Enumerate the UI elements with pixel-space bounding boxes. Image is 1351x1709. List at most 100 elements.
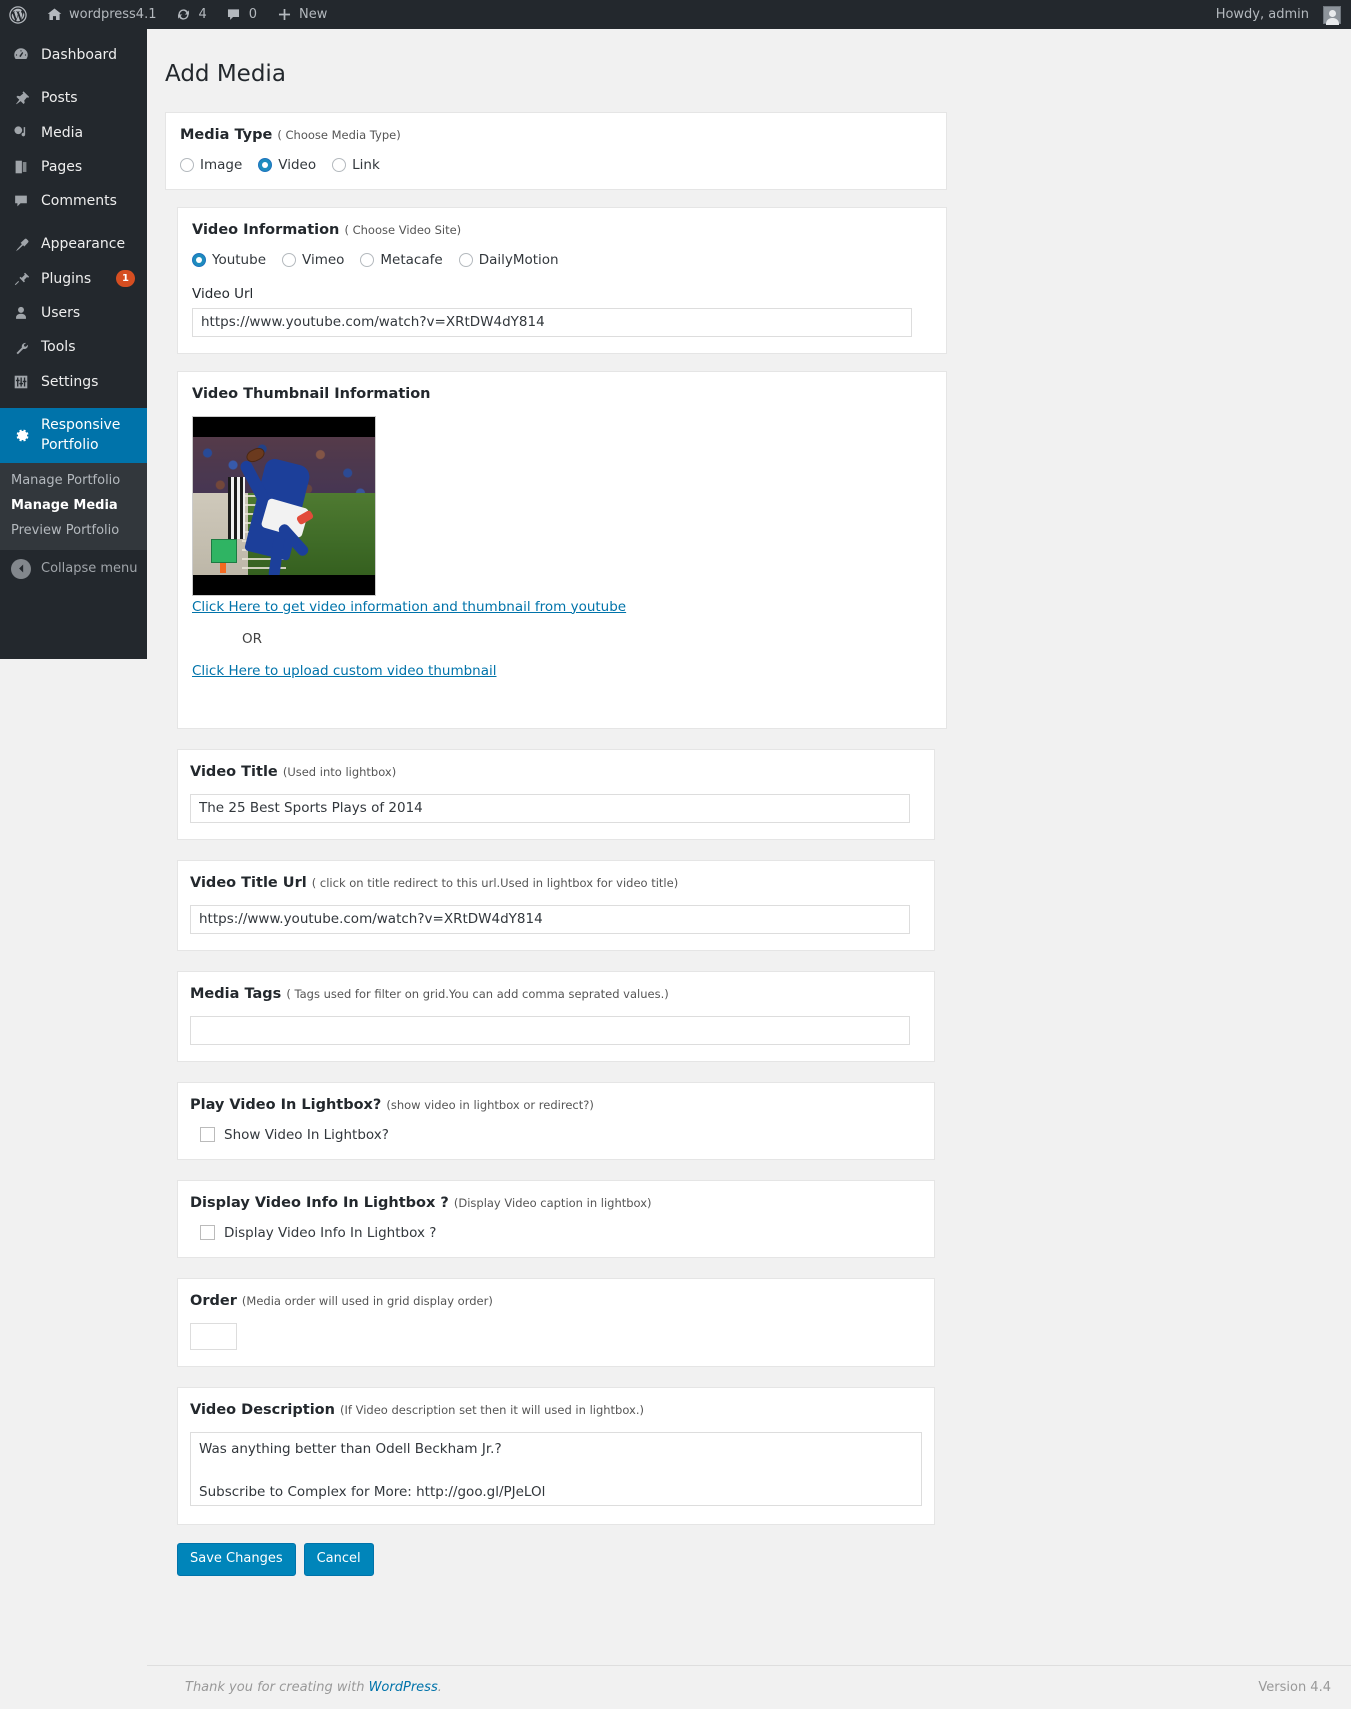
sidebar-item-tools[interactable]: Tools <box>0 330 147 364</box>
wrench-icon <box>11 338 31 358</box>
sidebar-item-label: Media <box>41 124 84 141</box>
video-title-panel: Video Title (Used into lightbox) <box>177 748 935 840</box>
display-info-lightbox-title: Display Video Info In Lightbox ? (Displa… <box>190 1195 918 1211</box>
menu-spacer <box>0 29 147 38</box>
video-description-textarea[interactable]: Was anything better than Odell Beckham J… <box>190 1431 922 1506</box>
radio-site-metacafe[interactable]: Metacafe <box>360 252 443 268</box>
radio-label: DailyMotion <box>478 251 559 268</box>
video-title-title-text: Video Title <box>190 763 278 780</box>
radio-site-dailymotion[interactable]: DailyMotion <box>458 251 559 268</box>
media-type-panel: Media Type ( Choose Media Type) Image Vi… <box>165 111 947 190</box>
radio-media-type-video[interactable]: Video <box>258 157 316 173</box>
video-information-panel: Video Information ( Choose Video Site) Y… <box>177 206 947 354</box>
sidebar-submenu: Manage Portfolio Manage Media Preview Po… <box>0 462 147 549</box>
admin-footer: Thank you for creating with WordPress. V… <box>147 1665 1351 1709</box>
home-icon <box>45 6 63 24</box>
video-url-input[interactable] <box>192 307 912 337</box>
video-site-radio-group: Youtube Vimeo Metacafe DailyMotion <box>192 252 930 268</box>
wordpress-link[interactable]: WordPress <box>369 1680 438 1695</box>
checkbox-icon <box>200 1225 215 1241</box>
sidebar-item-label: Responsive Portfolio <box>41 416 121 454</box>
media-icon <box>11 123 31 143</box>
sidebar-item-posts[interactable]: Posts <box>0 81 147 115</box>
site-name-menu[interactable]: wordpress4.1 <box>36 0 165 29</box>
footer-thanks-prefix: Thank you for creating with <box>185 1680 369 1695</box>
radio-site-youtube[interactable]: Youtube <box>192 252 266 268</box>
comment-icon <box>11 191 31 211</box>
updates-count: 4 <box>198 7 207 22</box>
sidebar-item-label: Pages <box>41 158 83 175</box>
comment-icon <box>225 6 243 24</box>
media-tags-title: Media Tags ( Tags used for filter on gri… <box>190 986 918 1002</box>
radio-icon-checked <box>192 252 206 267</box>
video-description-hint: (If Video description set then it will u… <box>340 1402 644 1417</box>
collapse-menu-label: Collapse menu <box>41 561 138 577</box>
sidebar-item-responsive-portfolio[interactable]: Responsive Portfolio <box>0 407 147 463</box>
new-content-menu[interactable]: New <box>266 0 336 29</box>
video-title-url-title-text: Video Title Url <box>190 874 307 891</box>
video-title-hint: (Used into lightbox) <box>282 764 397 779</box>
wp-logo-menu[interactable] <box>0 0 36 29</box>
sidebar-item-label: Posts <box>41 90 78 107</box>
save-changes-button[interactable]: Save Changes <box>177 1542 296 1576</box>
radio-icon <box>332 157 347 172</box>
plus-icon <box>275 6 293 24</box>
cancel-button[interactable]: Cancel <box>303 1542 374 1576</box>
sidebar-item-label: Settings <box>41 373 99 390</box>
sidebar-item-preview-portfolio[interactable]: Preview Portfolio <box>0 518 147 543</box>
sidebar-item-appearance[interactable]: Appearance <box>0 227 147 261</box>
checkbox-label: Display Video Info In Lightbox ? <box>224 1224 437 1241</box>
media-tags-input[interactable] <box>190 1015 910 1045</box>
admin-sidebar: Dashboard Posts Media Pages Comments App… <box>0 29 147 659</box>
dashboard-icon <box>11 45 31 65</box>
collapse-menu-button[interactable]: Collapse menu <box>0 548 147 588</box>
site-name-label: wordpress4.1 <box>69 7 157 22</box>
play-lightbox-panel: Play Video In Lightbox? (show video in l… <box>177 1081 935 1160</box>
my-account-menu[interactable]: Howdy, admin <box>1207 0 1341 29</box>
sidebar-item-settings[interactable]: Settings <box>0 365 147 399</box>
sliders-icon <box>11 372 31 392</box>
sidebar-item-plugins[interactable]: Plugins 1 <box>0 262 147 296</box>
radio-icon-checked <box>258 157 273 172</box>
sidebar-item-label: Plugins <box>41 270 92 287</box>
menu-spacer <box>0 72 147 81</box>
sidebar-item-dashboard[interactable]: Dashboard <box>0 38 147 72</box>
video-information-title-text: Video Information <box>192 221 340 238</box>
media-type-title: Media Type ( Choose Media Type) <box>180 127 930 143</box>
media-tags-panel: Media Tags ( Tags used for filter on gri… <box>177 970 935 1062</box>
plug-icon <box>11 269 31 289</box>
updates-menu[interactable]: 4 <box>165 0 215 29</box>
sidebar-item-users[interactable]: Users <box>0 296 147 330</box>
checkbox-icon <box>200 1127 215 1143</box>
radio-label: Youtube <box>212 251 266 268</box>
comments-menu[interactable]: 0 <box>216 0 266 29</box>
radio-label: Vimeo <box>302 251 345 268</box>
order-input[interactable] <box>190 1322 237 1350</box>
radio-media-type-image[interactable]: Image <box>180 157 242 173</box>
submenu-item-label: Preview Portfolio <box>11 522 120 538</box>
show-video-in-lightbox-checkbox-row[interactable]: Show Video In Lightbox? <box>190 1127 918 1143</box>
media-type-radio-group: Image Video Link <box>180 157 930 173</box>
menu-spacer <box>0 399 147 408</box>
play-lightbox-title: Play Video In Lightbox? (show video in l… <box>190 1097 918 1113</box>
checkbox-label: Show Video In Lightbox? <box>224 1126 389 1143</box>
video-thumbnail-title: Video Thumbnail Information <box>192 385 431 402</box>
sidebar-item-pages[interactable]: Pages <box>0 150 147 184</box>
radio-site-vimeo[interactable]: Vimeo <box>282 252 344 268</box>
video-information-title: Video Information ( Choose Video Site) <box>192 222 930 238</box>
user-icon <box>11 303 31 323</box>
radio-media-type-link[interactable]: Link <box>332 157 380 173</box>
display-video-info-checkbox-row[interactable]: Display Video Info In Lightbox ? <box>190 1225 918 1241</box>
video-title-url-input[interactable] <box>190 904 910 934</box>
sidebar-item-manage-portfolio[interactable]: Manage Portfolio <box>0 468 147 493</box>
video-title-input[interactable] <box>190 793 910 823</box>
sidebar-item-comments[interactable]: Comments <box>0 184 147 218</box>
radio-icon <box>180 157 194 172</box>
upload-custom-thumbnail-link[interactable]: Click Here to upload custom video thumbn… <box>192 663 497 679</box>
fetch-youtube-info-link[interactable]: Click Here to get video information and … <box>192 599 626 615</box>
page-title: Add Media <box>165 61 286 88</box>
sidebar-item-media[interactable]: Media <box>0 116 147 150</box>
sidebar-item-manage-media[interactable]: Manage Media <box>0 493 147 518</box>
gear-icon <box>11 425 31 445</box>
display-info-lightbox-title-text: Display Video Info In Lightbox ? <box>190 1194 449 1211</box>
